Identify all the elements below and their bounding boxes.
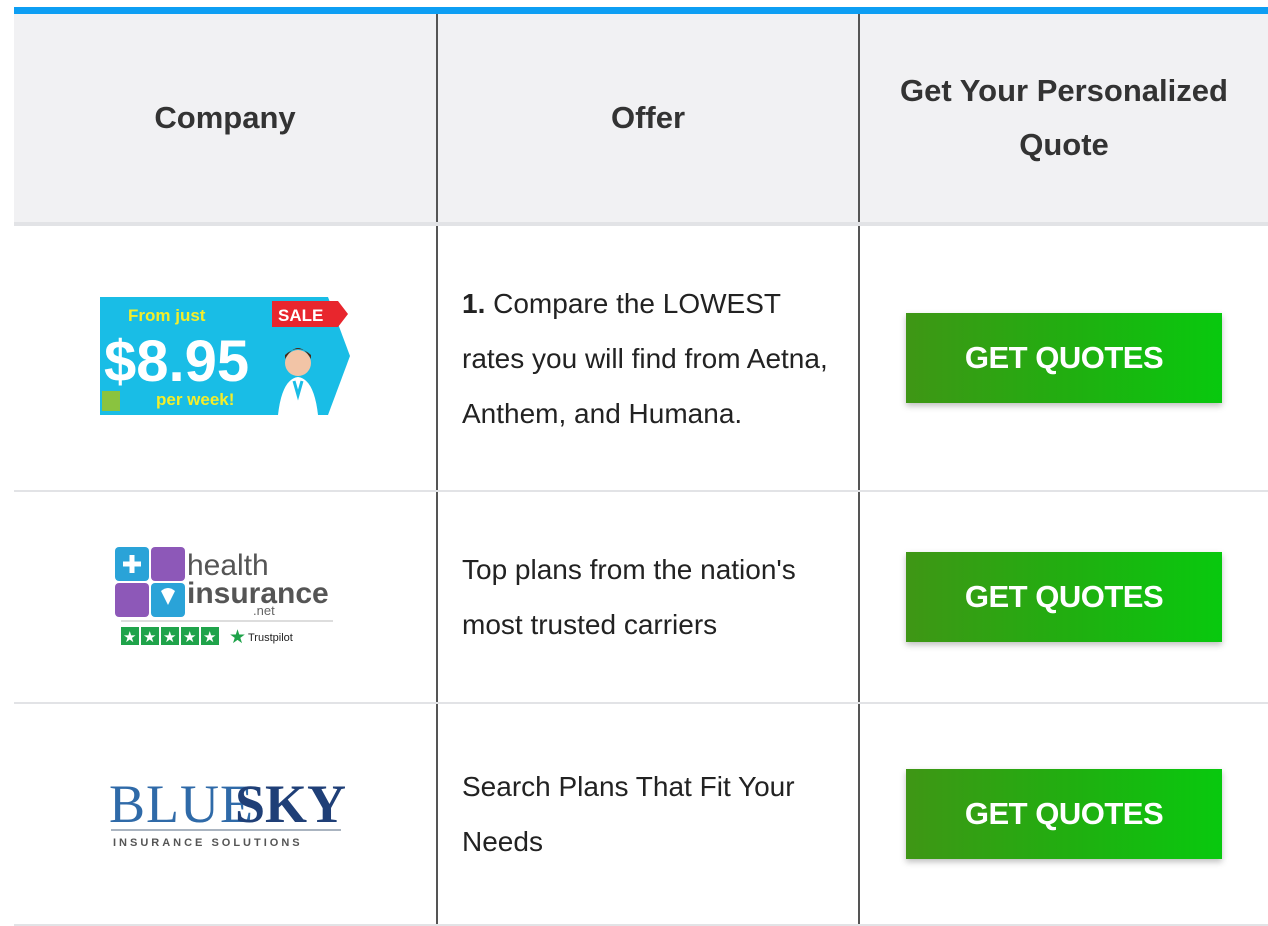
svg-text:★: ★ xyxy=(123,628,136,646)
get-quotes-button[interactable]: GET QUOTES xyxy=(906,552,1222,642)
offer-cell: Search Plans That Fit Your Needs xyxy=(437,703,860,926)
table-row: From just SALE $8.95 per week! 1. Compar… xyxy=(14,224,1268,492)
offer-text: Top plans from the nation's most trusted… xyxy=(462,554,796,640)
trustpilot-text: Trustpilot xyxy=(248,632,293,644)
puzzle-icon xyxy=(115,546,185,617)
svg-text:★: ★ xyxy=(163,628,176,646)
offer-cell: Top plans from the nation's most trusted… xyxy=(437,491,860,704)
company-cell: From just SALE $8.95 per week! xyxy=(14,224,438,492)
svg-text:★: ★ xyxy=(183,628,196,646)
svg-text:★: ★ xyxy=(203,628,216,646)
ad-price-text: $8.95 xyxy=(104,329,249,394)
header-offer: Offer xyxy=(437,14,860,226)
offer-cell: 1. Compare the LOWEST rates you will fin… xyxy=(437,224,860,492)
table-header-row: Company Offer Get Your Personalized Quot… xyxy=(14,14,1268,226)
svg-text:★: ★ xyxy=(229,626,246,647)
table-row: health insurance .net ★ ★ ★ ★ ★ ★ Trustp… xyxy=(14,491,1268,704)
company-cell: BLUE SKY INSURANCE SOLUTIONS xyxy=(14,703,438,926)
get-quotes-button[interactable]: GET QUOTES xyxy=(906,769,1222,859)
header-company: Company xyxy=(14,14,438,226)
logo-blue-text: BLUE xyxy=(109,774,254,834)
trustpilot-stars-icon: ★ ★ ★ ★ ★ ★ xyxy=(121,626,246,648)
table-row: BLUE SKY INSURANCE SOLUTIONS Search Plan… xyxy=(14,703,1268,926)
top-accent-bar xyxy=(14,7,1268,14)
cta-cell: GET QUOTES xyxy=(859,491,1268,704)
company-cell: health insurance .net ★ ★ ★ ★ ★ ★ Trustp… xyxy=(14,491,438,704)
health-insurance-net-logo[interactable]: health insurance .net ★ ★ ★ ★ ★ ★ Trustp… xyxy=(107,543,343,652)
offers-table: Company Offer Get Your Personalized Quot… xyxy=(14,14,1268,926)
svg-text:★: ★ xyxy=(143,628,156,646)
cta-cell: GET QUOTES xyxy=(859,224,1268,492)
offer-text: Search Plans That Fit Your Needs xyxy=(462,771,795,857)
logo-sub-text: INSURANCE SOLUTIONS xyxy=(113,837,303,849)
bluesky-logo[interactable]: BLUE SKY INSURANCE SOLUTIONS xyxy=(105,770,346,859)
ad-from-text: From just xyxy=(128,306,206,325)
header-quote: Get Your Personalized Quote xyxy=(859,14,1268,226)
ad-per-text: per week! xyxy=(156,390,234,409)
ad-sale-text: SALE xyxy=(278,306,323,325)
offer-text: Compare the LOWEST rates you will find f… xyxy=(462,287,828,429)
cta-cell: GET QUOTES xyxy=(859,703,1268,926)
offer-number: 1. xyxy=(462,287,486,319)
get-quotes-button[interactable]: GET QUOTES xyxy=(906,313,1222,403)
logo-sky-text: SKY xyxy=(235,774,345,834)
sale-ad-logo[interactable]: From just SALE $8.95 per week! xyxy=(100,296,350,420)
logo-net-text: .net xyxy=(253,603,275,618)
